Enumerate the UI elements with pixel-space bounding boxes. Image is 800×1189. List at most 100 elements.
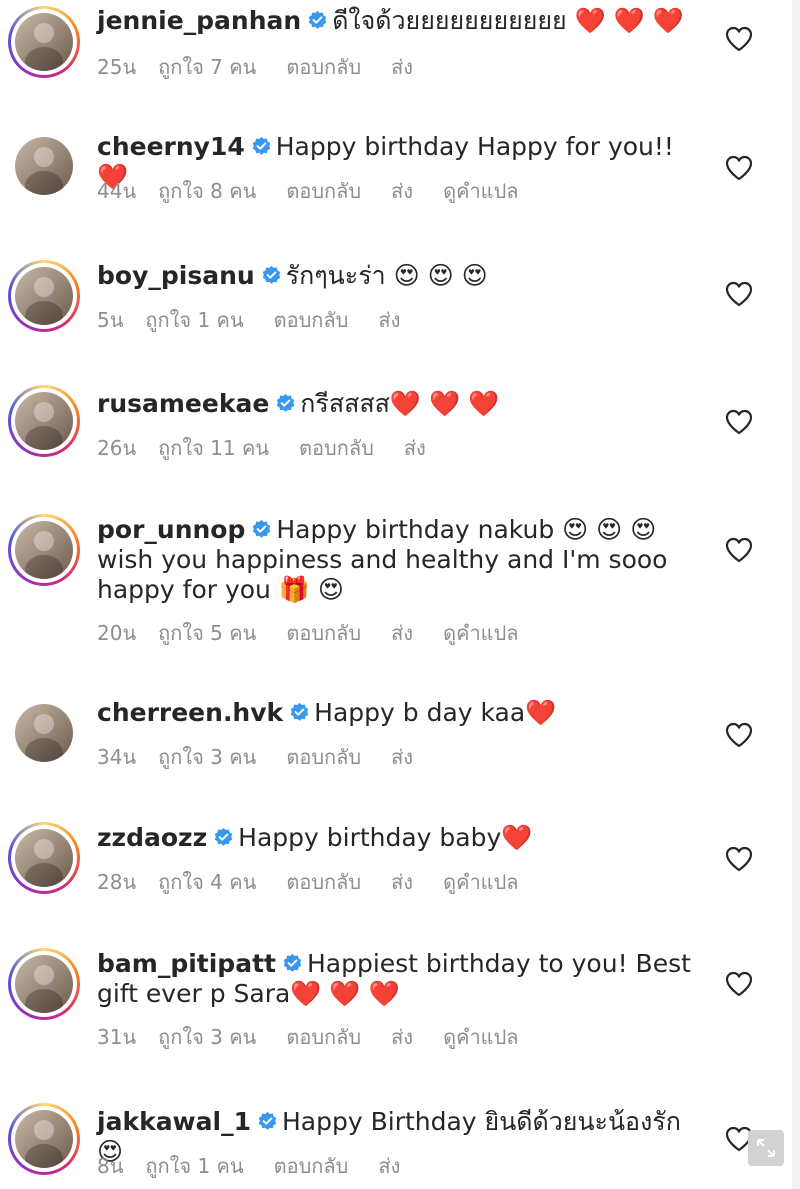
avatar[interactable]	[8, 130, 80, 202]
comment-text: ดีใจด้วยยยยยยยยยยย ❤️ ❤️ ❤️	[332, 6, 684, 35]
send-button[interactable]: ส่ง	[378, 308, 400, 332]
avatar-frame	[11, 263, 77, 329]
avatar-image	[15, 1110, 73, 1168]
avatar-frame	[11, 1106, 77, 1172]
reply-button[interactable]: ตอบกลับ	[274, 1154, 349, 1178]
reply-button[interactable]: ตอบกลับ	[286, 179, 361, 203]
comment-text-block: por_unnop Happy birthday nakub 😍 😍 😍 wish…	[97, 515, 700, 605]
comment-meta: 28น ถูกใจ 4 คน ตอบกลับ ส่ง ดูคำแปล	[97, 869, 549, 895]
comment-meta: 26น ถูกใจ 11 คน ตอบกลับ ส่ง	[97, 435, 456, 461]
reply-button[interactable]: ตอบกลับ	[286, 870, 361, 894]
verified-badge-icon	[253, 519, 271, 538]
like-comment-button[interactable]	[725, 155, 753, 181]
likes-count-link[interactable]: ถูกใจ 1 คน	[145, 308, 243, 332]
comment-username[interactable]: jennie_panhan	[97, 6, 301, 35]
comment-text-block: zzdaozz Happy birthday baby❤️	[97, 823, 700, 853]
verified-badge-icon	[252, 136, 270, 155]
likes-count-link[interactable]: ถูกใจ 5 คน	[158, 621, 256, 645]
comment-username[interactable]: jakkawal_1	[97, 1107, 251, 1136]
like-comment-button[interactable]	[725, 26, 753, 52]
avatar[interactable]	[8, 948, 80, 1020]
avatar[interactable]	[8, 1103, 80, 1175]
send-button[interactable]: ส่ง	[391, 621, 413, 645]
comment-username[interactable]: bam_pitipatt	[97, 949, 276, 978]
send-button[interactable]: ส่ง	[391, 179, 413, 203]
comment-meta: 20น ถูกใจ 5 คน ตอบกลับ ส่ง ดูคำแปล	[97, 620, 549, 646]
reply-button[interactable]: ตอบกลับ	[286, 745, 361, 769]
verified-badge-icon	[214, 827, 233, 846]
verified-badge-icon	[283, 953, 302, 972]
likes-count-link[interactable]: ถูกใจ 7 คน	[158, 55, 256, 79]
like-comment-button[interactable]	[725, 281, 753, 307]
like-comment-button[interactable]	[725, 722, 753, 748]
avatar-frame	[11, 388, 77, 454]
avatar-frame	[11, 517, 77, 583]
like-comment-button[interactable]	[725, 409, 753, 435]
comment-text-block: jennie_panhan ดีใจด้วยยยยยยยยยยย ❤️ ❤️ ❤️	[97, 6, 700, 36]
comment-username[interactable]: zzdaozz	[97, 823, 207, 852]
send-button[interactable]: ส่ง	[391, 745, 413, 769]
reply-button[interactable]: ตอบกลับ	[286, 621, 361, 645]
comment-text-block: cherreen.hvk Happy b day kaa❤️	[97, 698, 700, 728]
see-translation-button[interactable]: ดูคำแปล	[443, 1025, 518, 1049]
like-comment-button[interactable]	[725, 846, 753, 872]
likes-count-link[interactable]: ถูกใจ 4 คน	[158, 870, 256, 894]
like-comment-button[interactable]	[725, 537, 753, 563]
comment-text: รักๆนะร่า 😍 😍 😍	[285, 261, 488, 290]
reply-button[interactable]: ตอบกลับ	[286, 1025, 361, 1049]
likes-count-link[interactable]: ถูกใจ 3 คน	[158, 1025, 256, 1049]
see-translation-button[interactable]: ดูคำแปล	[443, 870, 518, 894]
comment-meta: 8น ถูกใจ 1 คน ตอบกลับ ส่ง	[97, 1153, 430, 1179]
expand-arrows-icon	[757, 1139, 775, 1157]
see-translation-button[interactable]: ดูคำแปล	[443, 621, 518, 645]
reply-button[interactable]: ตอบกลับ	[274, 308, 349, 332]
avatar[interactable]	[8, 514, 80, 586]
see-translation-button[interactable]: ดูคำแปล	[443, 179, 518, 203]
comment-time: 20น	[97, 621, 137, 645]
heart-outline-icon	[725, 722, 753, 748]
heart-outline-icon	[725, 846, 753, 872]
avatar-frame	[11, 9, 77, 75]
likes-count-link[interactable]: ถูกใจ 11 คน	[158, 436, 269, 460]
comment-meta: 44น ถูกใจ 8 คน ตอบกลับ ส่ง ดูคำแปล	[97, 178, 549, 204]
like-comment-button[interactable]	[725, 971, 753, 997]
send-button[interactable]: ส่ง	[404, 436, 426, 460]
send-button[interactable]: ส่ง	[391, 870, 413, 894]
send-button[interactable]: ส่ง	[378, 1154, 400, 1178]
avatar[interactable]	[8, 697, 80, 769]
comment-time: 26น	[97, 436, 137, 460]
likes-count-link[interactable]: ถูกใจ 3 คน	[158, 745, 256, 769]
comment-username[interactable]: por_unnop	[97, 515, 245, 544]
comment-text-block: rusameekae กรีสสสส❤️ ❤️ ❤️	[97, 389, 700, 419]
verified-badge-icon	[308, 10, 327, 29]
verified-badge-icon	[290, 702, 309, 721]
comment-meta: 25น ถูกใจ 7 คน ตอบกลับ ส่ง	[97, 54, 443, 80]
expand-button[interactable]	[748, 1130, 784, 1166]
comment-time: 44น	[97, 179, 137, 203]
avatar[interactable]	[8, 260, 80, 332]
send-button[interactable]: ส่ง	[391, 55, 413, 79]
send-button[interactable]: ส่ง	[391, 1025, 413, 1049]
comment-text-block: bam_pitipatt Happiest birthday to you! Be…	[97, 949, 700, 1009]
comment-username[interactable]: rusameekae	[97, 389, 269, 418]
comment-username[interactable]: boy_pisanu	[97, 261, 255, 290]
heart-outline-icon	[725, 971, 753, 997]
reply-button[interactable]: ตอบกลับ	[299, 436, 374, 460]
comment-text: Happy b day kaa❤️	[314, 698, 557, 727]
avatar-image	[15, 137, 73, 195]
verified-badge-icon	[258, 1111, 277, 1130]
comment-username[interactable]: cheerny14	[97, 132, 245, 161]
likes-count-link[interactable]: ถูกใจ 1 คน	[145, 1154, 243, 1178]
comment-text: กรีสสสส❤️ ❤️ ❤️	[300, 389, 500, 418]
avatar[interactable]	[8, 822, 80, 894]
comment-time: 25น	[97, 55, 137, 79]
comment-meta: 34น ถูกใจ 3 คน ตอบกลับ ส่ง	[97, 744, 443, 770]
likes-count-link[interactable]: ถูกใจ 8 คน	[158, 179, 256, 203]
avatar-image	[15, 392, 73, 450]
heart-outline-icon	[725, 537, 753, 563]
avatar[interactable]	[8, 6, 80, 78]
reply-button[interactable]: ตอบกลับ	[286, 55, 361, 79]
heart-outline-icon	[725, 409, 753, 435]
avatar[interactable]	[8, 385, 80, 457]
comment-username[interactable]: cherreen.hvk	[97, 698, 283, 727]
